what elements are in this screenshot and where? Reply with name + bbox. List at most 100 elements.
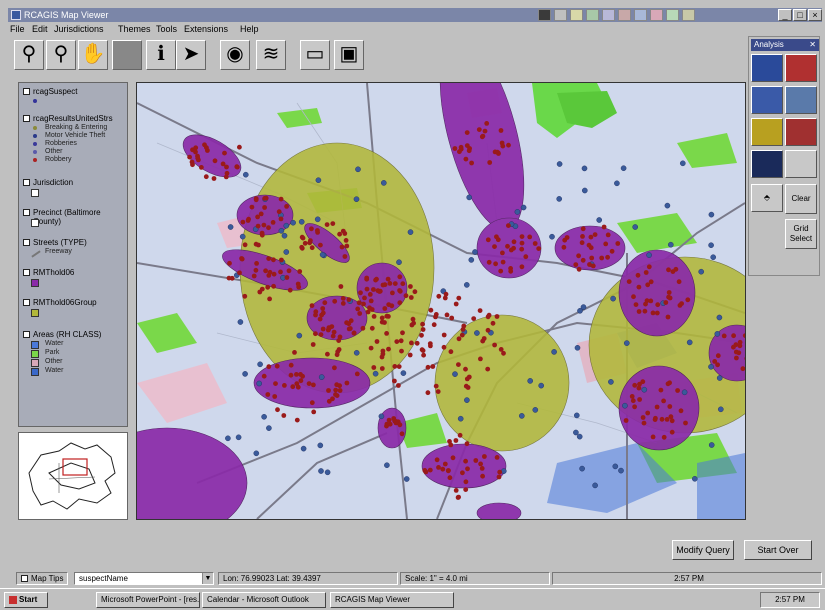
suspect-point[interactable] bbox=[514, 209, 521, 215]
suspect-point[interactable] bbox=[708, 242, 714, 248]
incident-point[interactable] bbox=[263, 268, 268, 274]
incident-point[interactable] bbox=[443, 291, 449, 297]
incident-point[interactable] bbox=[667, 404, 673, 409]
incident-point[interactable] bbox=[643, 270, 649, 275]
incident-point[interactable] bbox=[679, 301, 684, 306]
incident-point[interactable] bbox=[519, 264, 525, 270]
incident-point[interactable] bbox=[465, 466, 470, 472]
incident-point[interactable] bbox=[387, 281, 393, 286]
incident-point[interactable] bbox=[368, 298, 374, 304]
incident-point[interactable] bbox=[561, 244, 567, 250]
incident-point[interactable] bbox=[650, 434, 656, 440]
suspect-point[interactable] bbox=[614, 180, 620, 187]
incident-point[interactable] bbox=[365, 309, 371, 315]
incident-point[interactable] bbox=[436, 293, 442, 299]
incident-point[interactable] bbox=[266, 225, 271, 231]
incident-point[interactable] bbox=[527, 234, 533, 240]
suspect-point[interactable] bbox=[384, 462, 390, 469]
incident-point[interactable] bbox=[403, 293, 409, 299]
edit-mini-icon[interactable] bbox=[570, 9, 583, 21]
incident-point[interactable] bbox=[237, 144, 242, 150]
incident-point[interactable] bbox=[256, 242, 261, 248]
suspect-point[interactable] bbox=[472, 249, 478, 255]
incident-point[interactable] bbox=[452, 146, 458, 151]
suspect-point[interactable] bbox=[580, 304, 587, 310]
incident-point[interactable] bbox=[397, 300, 403, 306]
suspect-point[interactable] bbox=[518, 413, 525, 419]
incident-point[interactable] bbox=[511, 239, 517, 245]
layer-checkbox[interactable] bbox=[23, 209, 30, 216]
incident-point[interactable] bbox=[276, 209, 282, 215]
incident-point[interactable] bbox=[326, 388, 331, 393]
incident-point[interactable] bbox=[433, 314, 438, 320]
suspect-point[interactable] bbox=[708, 211, 715, 218]
incident-point[interactable] bbox=[187, 154, 192, 160]
suspect-point[interactable] bbox=[256, 380, 262, 387]
incident-point[interactable] bbox=[190, 162, 195, 168]
incident-point[interactable] bbox=[278, 196, 284, 202]
incident-point[interactable] bbox=[266, 256, 272, 261]
incident-point[interactable] bbox=[587, 262, 592, 267]
suspect-point[interactable] bbox=[714, 331, 721, 337]
incident-point[interactable] bbox=[361, 301, 366, 307]
incident-point[interactable] bbox=[299, 244, 305, 250]
suspect-point[interactable] bbox=[257, 361, 263, 368]
incident-point[interactable] bbox=[652, 417, 658, 422]
suspect-point[interactable] bbox=[527, 378, 534, 384]
suspect-point[interactable] bbox=[261, 413, 267, 420]
incident-point[interactable] bbox=[420, 321, 425, 327]
incident-point[interactable] bbox=[453, 301, 459, 307]
incident-point[interactable] bbox=[733, 342, 739, 348]
incident-point[interactable] bbox=[460, 470, 465, 476]
suspect-point[interactable] bbox=[372, 370, 379, 377]
incident-point[interactable] bbox=[519, 240, 525, 246]
incident-point[interactable] bbox=[227, 260, 232, 266]
incident-point[interactable] bbox=[480, 473, 485, 479]
incident-point[interactable] bbox=[338, 284, 344, 289]
incident-point[interactable] bbox=[630, 398, 636, 404]
incident-point[interactable] bbox=[389, 303, 395, 309]
incident-point[interactable] bbox=[222, 150, 227, 156]
incident-point[interactable] bbox=[431, 322, 437, 328]
incident-point[interactable] bbox=[441, 332, 447, 338]
suspect-point[interactable] bbox=[664, 202, 671, 209]
pointer-icon[interactable]: ➤ bbox=[176, 40, 206, 70]
incident-point[interactable] bbox=[463, 366, 468, 372]
incident-point[interactable] bbox=[261, 373, 267, 379]
incident-point[interactable] bbox=[330, 333, 336, 339]
incident-point[interactable] bbox=[599, 255, 605, 261]
pan-hand-icon[interactable]: ✋ bbox=[78, 40, 108, 70]
task-map-viewer[interactable]: RCAGIS Map Viewer bbox=[330, 592, 454, 608]
incident-point[interactable] bbox=[249, 204, 255, 210]
suspect-point[interactable] bbox=[579, 465, 585, 472]
incident-point[interactable] bbox=[340, 228, 346, 234]
incident-point[interactable] bbox=[408, 295, 414, 300]
incident-point[interactable] bbox=[433, 383, 439, 389]
incident-point[interactable] bbox=[605, 232, 611, 238]
suspect-point[interactable] bbox=[239, 233, 246, 240]
incident-point[interactable] bbox=[337, 231, 342, 237]
incident-point[interactable] bbox=[673, 266, 679, 272]
incident-point[interactable] bbox=[650, 310, 656, 316]
suspect-point[interactable] bbox=[457, 415, 464, 422]
incident-point[interactable] bbox=[326, 326, 332, 332]
incident-point[interactable] bbox=[318, 242, 323, 248]
incident-point[interactable] bbox=[254, 261, 259, 266]
incident-point[interactable] bbox=[237, 270, 242, 276]
suspect-point[interactable] bbox=[641, 386, 648, 393]
incident-point[interactable] bbox=[396, 383, 401, 388]
incident-point[interactable] bbox=[332, 298, 338, 304]
suspect-point[interactable] bbox=[317, 442, 324, 449]
suspect-point[interactable] bbox=[618, 467, 624, 474]
incident-point[interactable] bbox=[411, 320, 416, 326]
minimize-button[interactable]: _ bbox=[778, 9, 792, 21]
incident-point[interactable] bbox=[320, 306, 326, 311]
incident-point[interactable] bbox=[589, 255, 595, 261]
incident-point[interactable] bbox=[464, 130, 470, 135]
incident-point[interactable] bbox=[473, 458, 479, 463]
suspect-point[interactable] bbox=[608, 379, 614, 385]
map-tips-select[interactable]: suspectName ▼ bbox=[74, 572, 214, 585]
incident-point[interactable] bbox=[576, 253, 581, 259]
zoom-mini-icon[interactable] bbox=[586, 9, 599, 21]
incident-point[interactable] bbox=[262, 196, 268, 201]
